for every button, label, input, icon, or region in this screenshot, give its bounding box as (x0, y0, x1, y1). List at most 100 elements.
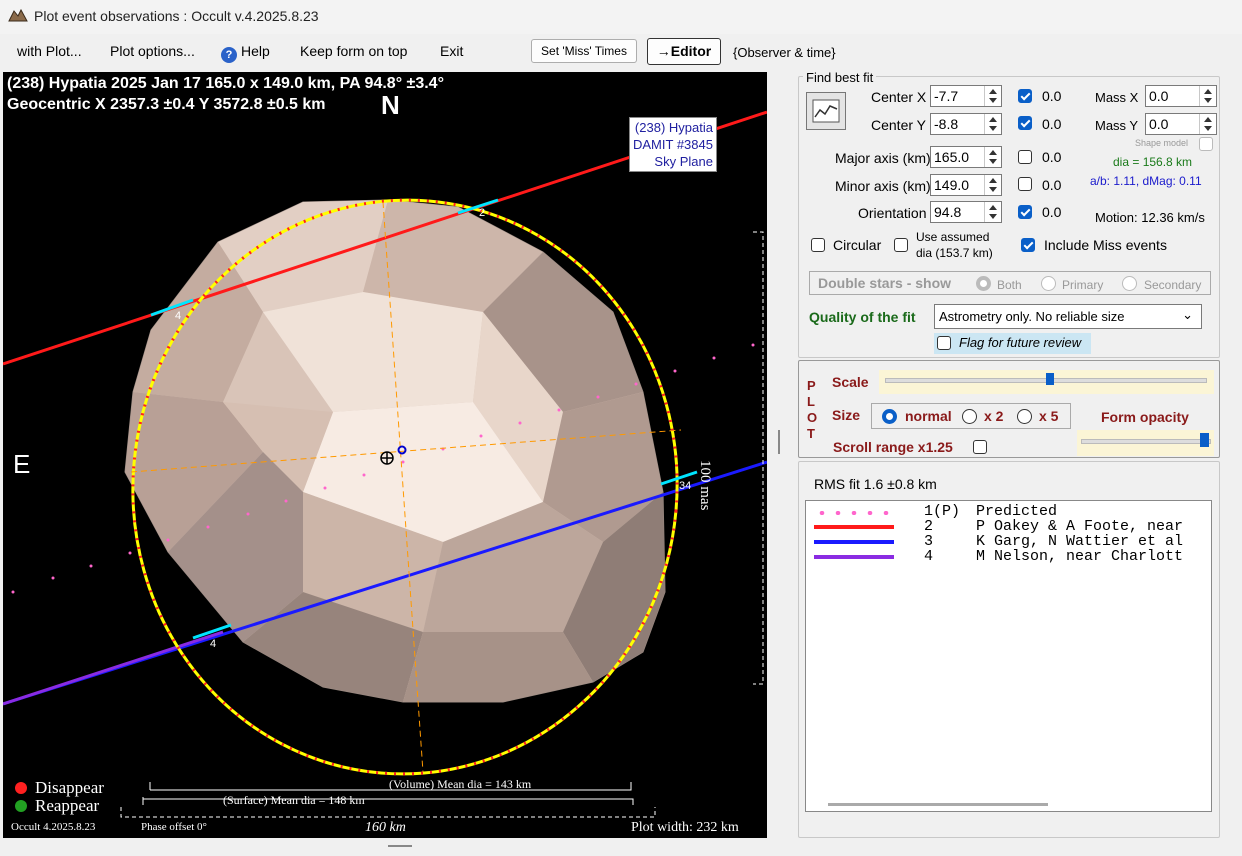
mass-x-value: 0.0 (1149, 88, 1169, 104)
find-best-fit-button[interactable] (806, 92, 846, 130)
size-normal-label: normal (905, 408, 952, 424)
mass-y-spinner[interactable] (1199, 114, 1216, 134)
observer-time-label: {Observer & time} (733, 45, 836, 60)
observer-line-2 (814, 525, 894, 529)
orientation-field[interactable]: 94.8 (930, 201, 1002, 223)
surface-dia-bracket (142, 797, 634, 805)
title-bar: Plot event observations : Occult v.4.202… (0, 0, 1242, 34)
reappear-dot-icon (15, 800, 27, 812)
size-x5-radio[interactable] (1017, 409, 1032, 424)
splitter-handle[interactable] (769, 72, 793, 838)
include-miss-label: Include Miss events (1044, 237, 1167, 253)
asteroid-shape-model (124, 199, 666, 703)
scale-slider-thumb[interactable] (1046, 373, 1054, 385)
version-label: Occult 4.2025.8.23 (11, 821, 96, 833)
form-opacity-thumb[interactable] (1200, 433, 1209, 447)
mass-y-field[interactable]: 0.0 (1145, 113, 1217, 135)
both-radio[interactable] (976, 276, 991, 291)
menu-keep-on-top[interactable]: Keep form on top (300, 43, 407, 59)
flag-review-label: Flag for future review (959, 335, 1082, 350)
mass-x-spinner[interactable] (1199, 86, 1216, 106)
orientation-uncertainty: 0.0 (1042, 204, 1062, 220)
center-y-spinner[interactable] (984, 114, 1001, 134)
mass-y-value: 0.0 (1149, 116, 1169, 132)
observer-num-4: 4 (924, 548, 934, 565)
menu-help-label: Help (241, 43, 270, 59)
minor-axis-checkbox[interactable] (1018, 177, 1032, 191)
horizontal-scrollbar[interactable] (828, 803, 1048, 806)
orientation-checkbox[interactable] (1018, 205, 1032, 219)
center-x-uncertainty: 0.0 (1042, 88, 1062, 104)
menu-with-plot[interactable]: with Plot... (17, 43, 82, 59)
plot-area[interactable]: (238) Hypatia 2025 Jan 17 165.0 x 149.0 … (3, 72, 767, 838)
primary-radio[interactable] (1041, 276, 1056, 291)
shape-model-label: Shape model (1135, 138, 1189, 148)
scale-km-label: 160 km (365, 820, 406, 835)
plot-vertical-t: T (807, 426, 815, 441)
shape-model-checkbox[interactable] (1199, 137, 1213, 151)
disappear-dot-icon (15, 782, 27, 794)
size-normal-radio[interactable] (882, 409, 897, 424)
circular-checkbox[interactable] (811, 238, 825, 252)
size-x2-radio[interactable] (962, 409, 977, 424)
menu-plot-options[interactable]: Plot options... (110, 43, 195, 59)
chord-label-2: 2 (479, 207, 486, 219)
mass-y-label: Mass Y (1095, 118, 1139, 133)
flag-review-checkbox[interactable] (937, 336, 951, 350)
center-y-field[interactable]: -8.8 (930, 113, 1002, 135)
center-x-field[interactable]: -7.7 (930, 85, 1002, 107)
plot-canvas (3, 110, 767, 818)
minor-axis-field[interactable]: 149.0 (930, 174, 1002, 196)
find-best-fit-label: Find best fit (803, 70, 877, 85)
center-x-checkbox[interactable] (1018, 89, 1032, 103)
scroll-range-checkbox[interactable] (973, 440, 987, 454)
center-x-label: Center X (871, 89, 927, 105)
use-assumed-label-2: dia (153.7 km) (916, 246, 993, 260)
secondary-radio[interactable] (1122, 276, 1137, 291)
rms-label: RMS fit 1.6 ±0.8 km (814, 476, 937, 492)
size-label: Size (832, 407, 861, 423)
minor-axis-uncertainty: 0.0 (1042, 177, 1062, 193)
mass-x-field[interactable]: 0.0 (1145, 85, 1217, 107)
quality-select[interactable]: Astrometry only. No reliable size ⌄ (934, 304, 1202, 329)
use-assumed-checkbox[interactable] (894, 238, 908, 252)
major-axis-field[interactable]: 165.0 (930, 146, 1002, 168)
volume-dia-label: (Volume) Mean dia = 143 km (389, 777, 532, 791)
observer-name-4: M Nelson, near Charlott (976, 548, 1184, 565)
scale-slider[interactable] (879, 370, 1214, 394)
diameter-readout: dia = 156.8 km (1113, 155, 1193, 169)
chord-label-1: 1 (485, 438, 492, 450)
surface-dia-label: (Surface) Mean dia = 148 km (223, 793, 365, 807)
legend-reappear: Reappear (35, 796, 100, 815)
model-label-plane: Sky Plane (654, 154, 713, 169)
observers-list[interactable]: 1(P) Predicted 2 P Oakey & A Foote, near… (805, 500, 1212, 812)
form-opacity-label: Form opacity (1101, 409, 1189, 425)
center-x-spinner[interactable] (984, 86, 1001, 106)
orientation-spinner[interactable] (984, 202, 1001, 222)
editor-button[interactable]: →Editor (647, 38, 721, 65)
help-icon: ? (221, 47, 237, 63)
major-axis-spinner[interactable] (984, 147, 1001, 167)
form-opacity-slider[interactable] (1077, 430, 1214, 456)
both-label: Both (997, 278, 1022, 292)
bottom-splitter-handle[interactable] (388, 845, 412, 847)
plot-width-label: Plot width: 232 km (631, 820, 739, 835)
scroll-range-label: Scroll range x1.25 (833, 439, 953, 455)
center-y-checkbox[interactable] (1018, 116, 1032, 130)
menu-help[interactable]: ? Help (221, 43, 270, 63)
center-y-label: Center Y (871, 117, 926, 133)
east-label: E (13, 449, 31, 479)
set-miss-times-button[interactable]: Set 'Miss' Times (531, 39, 637, 63)
major-axis-label: Major axis (km) (835, 150, 931, 166)
plot-vertical-l: L (807, 394, 815, 409)
include-miss-checkbox[interactable] (1021, 238, 1035, 252)
major-axis-value: 165.0 (934, 149, 970, 165)
scale-bar-mas (753, 231, 764, 685)
north-label: N (381, 90, 400, 120)
observer-line-1 (814, 511, 894, 515)
minor-axis-spinner[interactable] (984, 175, 1001, 195)
window-title: Plot event observations : Occult v.4.202… (34, 8, 319, 24)
menu-exit[interactable]: Exit (440, 43, 463, 59)
major-axis-checkbox[interactable] (1018, 150, 1032, 164)
model-info-box: (238) Hypatia DAMIT #3845 Sky Plane (629, 117, 717, 172)
